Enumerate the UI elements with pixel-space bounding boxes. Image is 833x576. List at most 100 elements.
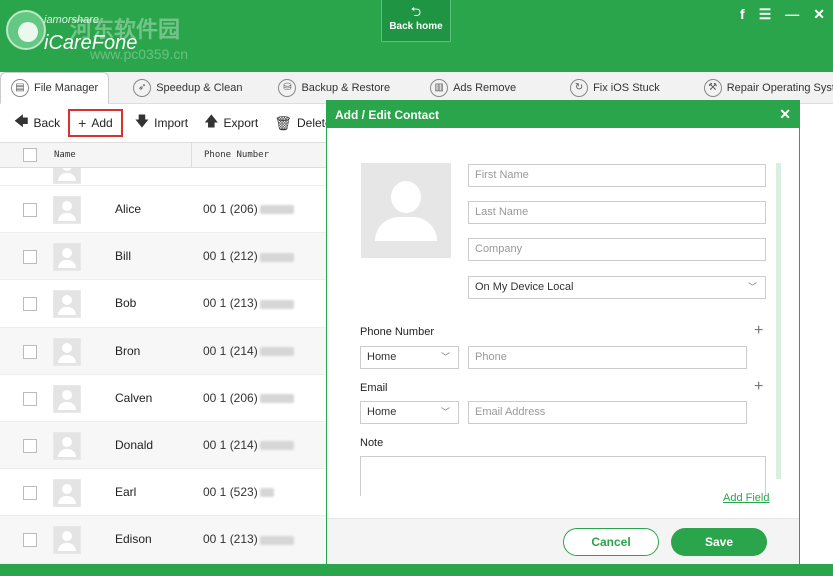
export-button[interactable]: 🡅 Export: [204, 111, 258, 135]
phone-input[interactable]: Phone: [468, 346, 747, 369]
menu-icon[interactable]: ☰: [759, 6, 772, 23]
contact-phone: 00 1 (212): [203, 249, 294, 263]
select-all-checkbox[interactable]: [23, 148, 37, 162]
column-phone[interactable]: Phone Number: [204, 150, 269, 160]
first-name-field[interactable]: First Name: [468, 164, 766, 187]
table-row[interactable]: Edison 00 1 (213): [0, 516, 326, 564]
contact-avatar-icon: [53, 168, 81, 184]
dialog-scrollbar[interactable]: [776, 163, 781, 479]
note-textarea[interactable]: [360, 456, 766, 496]
app-header: iamorshare iCareFone 河东软件园 www.pc0359.cn…: [0, 0, 833, 72]
add-field-link[interactable]: Add Field: [723, 492, 769, 504]
account-value: On My Device Local: [475, 281, 574, 293]
rocket-icon: ➶: [133, 79, 152, 97]
contact-avatar-icon: [53, 479, 81, 508]
phone-type-select[interactable]: Home ﹀: [360, 346, 459, 369]
plus-icon: +: [78, 115, 87, 131]
add-contact-button[interactable]: + Add: [68, 109, 123, 137]
fix-icon: ↻: [570, 79, 589, 97]
contact-name: Earl: [115, 485, 137, 500]
return-arrow-icon: ⮌: [410, 4, 422, 19]
save-button[interactable]: Save: [671, 528, 767, 556]
cancel-button[interactable]: Cancel: [563, 528, 659, 556]
add-email-plus-icon[interactable]: +: [754, 378, 763, 396]
row-checkbox[interactable]: [23, 203, 37, 217]
table-row[interactable]: Alice 00 1 (206): [0, 186, 326, 234]
contact-phone: 00 1 (206): [203, 391, 294, 405]
close-icon[interactable]: ✕: [779, 106, 791, 123]
column-name[interactable]: Name: [54, 150, 76, 160]
watermark-url: www.pc0359.cn: [90, 46, 189, 62]
tab-label: Ads Remove: [453, 82, 517, 94]
table-row[interactable]: Bron 00 1 (214): [0, 327, 326, 375]
table-row[interactable]: Bob 00 1 (213): [0, 280, 326, 328]
row-checkbox[interactable]: [23, 391, 37, 406]
status-bar: [0, 564, 833, 576]
contact-avatar-icon: [53, 290, 81, 319]
add-phone-plus-icon[interactable]: +: [754, 322, 763, 340]
tab-label: Fix iOS Stuck: [593, 82, 660, 94]
window-controls: f ☰ — ✕: [740, 6, 825, 23]
import-button[interactable]: 🡇 Import: [135, 111, 188, 135]
tab-label: Repair Operating System: [726, 82, 833, 94]
row-checkbox[interactable]: [23, 297, 37, 312]
arrow-down-icon: 🡇: [134, 113, 150, 129]
contact-avatar-icon: [53, 431, 81, 460]
tab-file-manager[interactable]: ▤ File Manager: [0, 72, 110, 104]
back-home-button[interactable]: ⮌ Back home: [381, 0, 451, 42]
back-home-label: Back home: [389, 21, 443, 32]
dialog-title: Add / Edit Contact: [335, 107, 439, 122]
add-edit-contact-dialog: Add / Edit Contact ✕ First Name Last Nam…: [326, 100, 800, 564]
row-checkbox[interactable]: [23, 438, 37, 453]
row-checkbox[interactable]: [23, 250, 37, 265]
arrow-up-icon: 🡅: [204, 113, 219, 129]
contacts-table-header: Name Phone Number: [0, 142, 326, 168]
dialog-footer: Cancel Save: [327, 518, 799, 564]
table-row[interactable]: [0, 168, 326, 186]
tab-label: File Manager: [34, 82, 99, 94]
email-input[interactable]: Email Address: [468, 401, 747, 424]
email-type-value: Home: [367, 406, 397, 418]
row-checkbox[interactable]: [23, 533, 37, 548]
company-field[interactable]: Company: [468, 238, 766, 261]
tab-speedup-clean[interactable]: ➶ Speedup & Clean: [123, 72, 252, 104]
close-window-icon[interactable]: ✕: [813, 6, 825, 23]
account-select[interactable]: On My Device Local ﹀: [468, 276, 766, 299]
export-label: Export: [223, 116, 259, 130]
row-checkbox[interactable]: [23, 344, 37, 359]
ads-icon: ▥: [430, 79, 449, 97]
facebook-icon[interactable]: f: [740, 6, 745, 23]
chevron-down-icon: ﹀: [440, 407, 450, 417]
contact-name: Calven: [115, 390, 153, 405]
row-checkbox[interactable]: [23, 486, 37, 501]
tab-label: Backup & Restore: [301, 82, 391, 94]
table-row[interactable]: Earl 00 1 (523): [0, 469, 326, 517]
person-silhouette-icon: [391, 181, 421, 213]
wrench-icon: ⚒: [703, 79, 722, 97]
chevron-down-icon: ﹀: [440, 352, 450, 362]
contact-phone: 00 1 (213): [203, 296, 294, 310]
last-name-field[interactable]: Last Name: [468, 201, 766, 224]
table-row[interactable]: Donald 00 1 (214): [0, 421, 326, 470]
contacts-toolbar: 🡄 Back + Add 🡇 Import 🡅 Export 🗑 Delete: [0, 104, 332, 142]
contact-avatar-icon: [53, 337, 81, 366]
phone-number-label: Phone Number: [360, 326, 434, 338]
back-label: Back: [33, 116, 61, 130]
minimize-icon[interactable]: —: [785, 6, 799, 23]
table-row[interactable]: Bill 00 1 (212): [0, 233, 326, 281]
note-label: Note: [360, 437, 384, 449]
contacts-list[interactable]: Alice 00 1 (206) Bill 00 1 (212) Bob 00 …: [0, 168, 326, 564]
delete-button[interactable]: 🗑 Delete: [274, 115, 331, 132]
contact-name: Donald: [115, 437, 154, 452]
dialog-header: Add / Edit Contact ✕: [327, 101, 799, 128]
contact-avatar-icon: [53, 384, 81, 413]
contact-photo[interactable]: [361, 163, 451, 258]
file-manager-icon: ▤: [11, 79, 29, 97]
contact-phone: 00 1 (206): [203, 202, 294, 216]
email-type-select[interactable]: Home ﹀: [360, 401, 459, 424]
contact-phone: 00 1 (214): [203, 438, 294, 452]
contact-avatar-icon: [53, 196, 81, 224]
back-button[interactable]: 🡄 Back: [14, 111, 60, 135]
contact-phone: 00 1 (523): [203, 485, 274, 499]
table-row[interactable]: Calven 00 1 (206): [0, 374, 326, 422]
